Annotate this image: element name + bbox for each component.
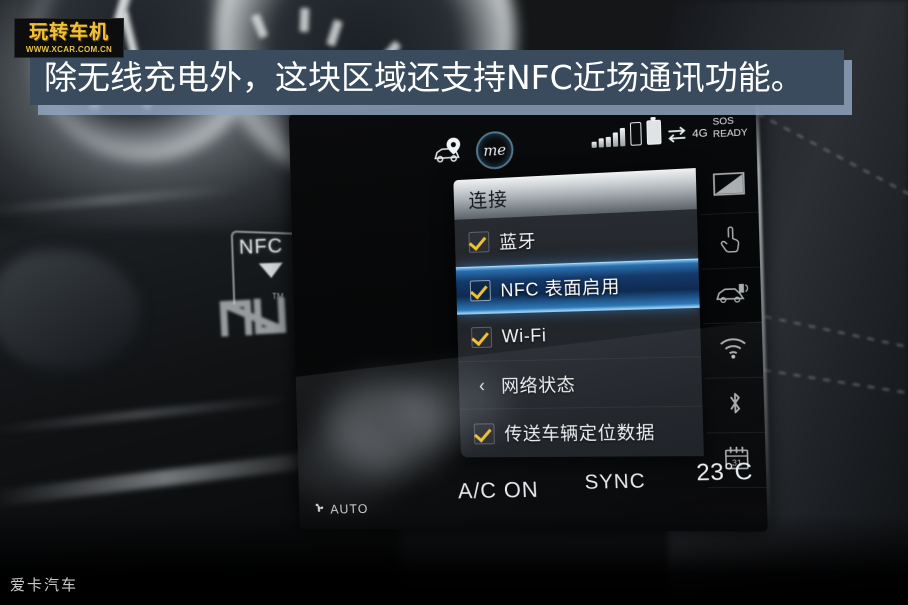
menu-item-label: 网络状态 xyxy=(500,374,576,396)
menu-item-network-status[interactable]: ‹ 网络状态 xyxy=(458,357,703,410)
wifi-icon xyxy=(718,337,747,365)
triangle-down-icon xyxy=(258,262,284,279)
sos-status: SOS READY xyxy=(712,115,747,142)
menu-item-send-vehicle-location[interactable]: 传送车辆定位数据 xyxy=(460,407,704,458)
climate-bar: AUTO A/C ON SYNC 23°C xyxy=(298,457,768,516)
icon-rail: 31 xyxy=(698,157,767,489)
bluetooth-icon xyxy=(725,389,745,421)
checkbox-checked-icon[interactable] xyxy=(468,231,490,253)
sim-card-icon xyxy=(629,121,642,146)
climate-ac-label[interactable]: A/C ON xyxy=(457,477,539,505)
status-indicators: 4G SOS READY xyxy=(591,115,748,148)
site-logo-title: 玩转车机 xyxy=(28,21,109,43)
sos-line-2: READY xyxy=(712,127,748,141)
rail-button-brightness[interactable] xyxy=(698,157,759,216)
screen-reflection xyxy=(323,381,450,471)
display-brightness-icon xyxy=(712,171,745,200)
site-logo: 玩转车机 WWW.XCAR.COM.CN xyxy=(14,18,124,58)
mercedes-me-logo: me xyxy=(475,130,514,171)
climate-temperature[interactable]: 23°C xyxy=(696,457,754,486)
site-logo-url: WWW.XCAR.COM.CN xyxy=(25,44,113,54)
climate-sync-label[interactable]: SYNC xyxy=(584,470,646,495)
checkbox-checked-icon[interactable] xyxy=(473,422,495,444)
screenshot-root: NFC TM me 4G SOS READY 连接 蓝牙 NFC 表面启用 Wi… xyxy=(0,0,908,605)
caption-text: 除无线充电外，这块区域还支持NFC近场通讯功能。 xyxy=(44,58,804,97)
rail-button-touch[interactable] xyxy=(700,212,761,270)
rail-button-bluetooth[interactable] xyxy=(704,377,765,434)
menu-item-label: 蓝牙 xyxy=(498,230,537,253)
trademark-label: TM xyxy=(272,292,284,301)
head-unit-display: me 4G SOS READY 连接 蓝牙 NFC 表面启用 Wi-Fi ‹ 网… xyxy=(288,85,771,532)
rail-button-wifi[interactable] xyxy=(703,322,764,379)
gauge-tick xyxy=(299,7,310,33)
rail-button-car-sound[interactable] xyxy=(701,267,762,325)
data-transfer-arrows-icon xyxy=(666,124,687,144)
footer-watermark: 爱卡汽车 xyxy=(10,577,79,594)
chevron-left-icon[interactable]: ‹ xyxy=(472,375,491,395)
car-sound-icon xyxy=(714,281,749,311)
touch-hand-icon xyxy=(718,223,742,258)
checkbox-checked-icon[interactable] xyxy=(469,279,491,301)
bottom-gradient xyxy=(0,515,908,605)
network-type-label: 4G xyxy=(692,127,708,141)
checkbox-checked-icon[interactable] xyxy=(471,326,493,349)
menu-item-label: NFC 表面启用 xyxy=(500,276,621,301)
caption-banner: 除无线充电外，这块区域还支持NFC近场通讯功能。 xyxy=(30,50,844,105)
connectivity-menu: 连接 蓝牙 NFC 表面启用 Wi-Fi ‹ 网络状态 传送车辆定位数据 xyxy=(453,168,704,458)
menu-item-label: 传送车辆定位数据 xyxy=(504,422,656,445)
me-logo-text: me xyxy=(483,140,507,160)
menu-title: 连接 xyxy=(468,189,509,212)
nfc-label: NFC xyxy=(238,235,284,259)
menu-item-label: Wi-Fi xyxy=(501,325,547,347)
menu-item-nfc-surface[interactable]: NFC 表面启用 xyxy=(455,258,700,315)
battery-icon xyxy=(645,119,662,145)
car-location-pin-icon xyxy=(433,137,467,165)
menu-item-list: 蓝牙 NFC 表面启用 Wi-Fi ‹ 网络状态 传送车辆定位数据 xyxy=(454,209,703,457)
screen-surface: me 4G SOS READY 连接 蓝牙 NFC 表面启用 Wi-Fi ‹ 网… xyxy=(288,85,768,532)
signal-bars-icon xyxy=(591,124,625,148)
menu-item-bluetooth[interactable]: 蓝牙 xyxy=(454,209,699,268)
menu-item-wifi[interactable]: Wi-Fi xyxy=(457,307,702,363)
